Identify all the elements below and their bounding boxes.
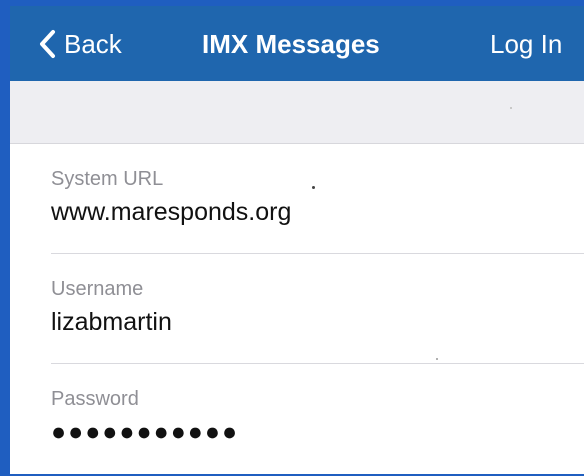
back-button[interactable]: Back [38,26,122,62]
section-header-band [10,81,584,144]
username-field: Username [10,254,584,364]
login-form: System URL Username Password ●●●●●●●●●●● [10,144,584,474]
system-url-field: System URL [10,144,584,254]
navigation-bar: Back IMX Messages Log In [10,6,584,81]
back-label: Back [64,29,122,59]
username-label: Username [51,278,144,300]
speck [312,186,315,189]
username-input[interactable] [51,308,531,337]
speck [510,107,512,109]
chevron-left-icon [38,29,56,59]
system-url-input[interactable] [51,198,531,227]
device-frame: Back IMX Messages Log In System URL User… [0,0,584,476]
log-in-button[interactable]: Log In [490,26,562,62]
password-field: Password ●●●●●●●●●●● [10,364,584,474]
password-input[interactable]: ●●●●●●●●●●● [51,418,531,447]
password-label: Password [51,388,139,410]
page-title: IMX Messages [202,29,380,59]
speck [436,358,438,360]
app-screen: Back IMX Messages Log In System URL User… [10,6,584,474]
system-url-label: System URL [51,168,164,190]
